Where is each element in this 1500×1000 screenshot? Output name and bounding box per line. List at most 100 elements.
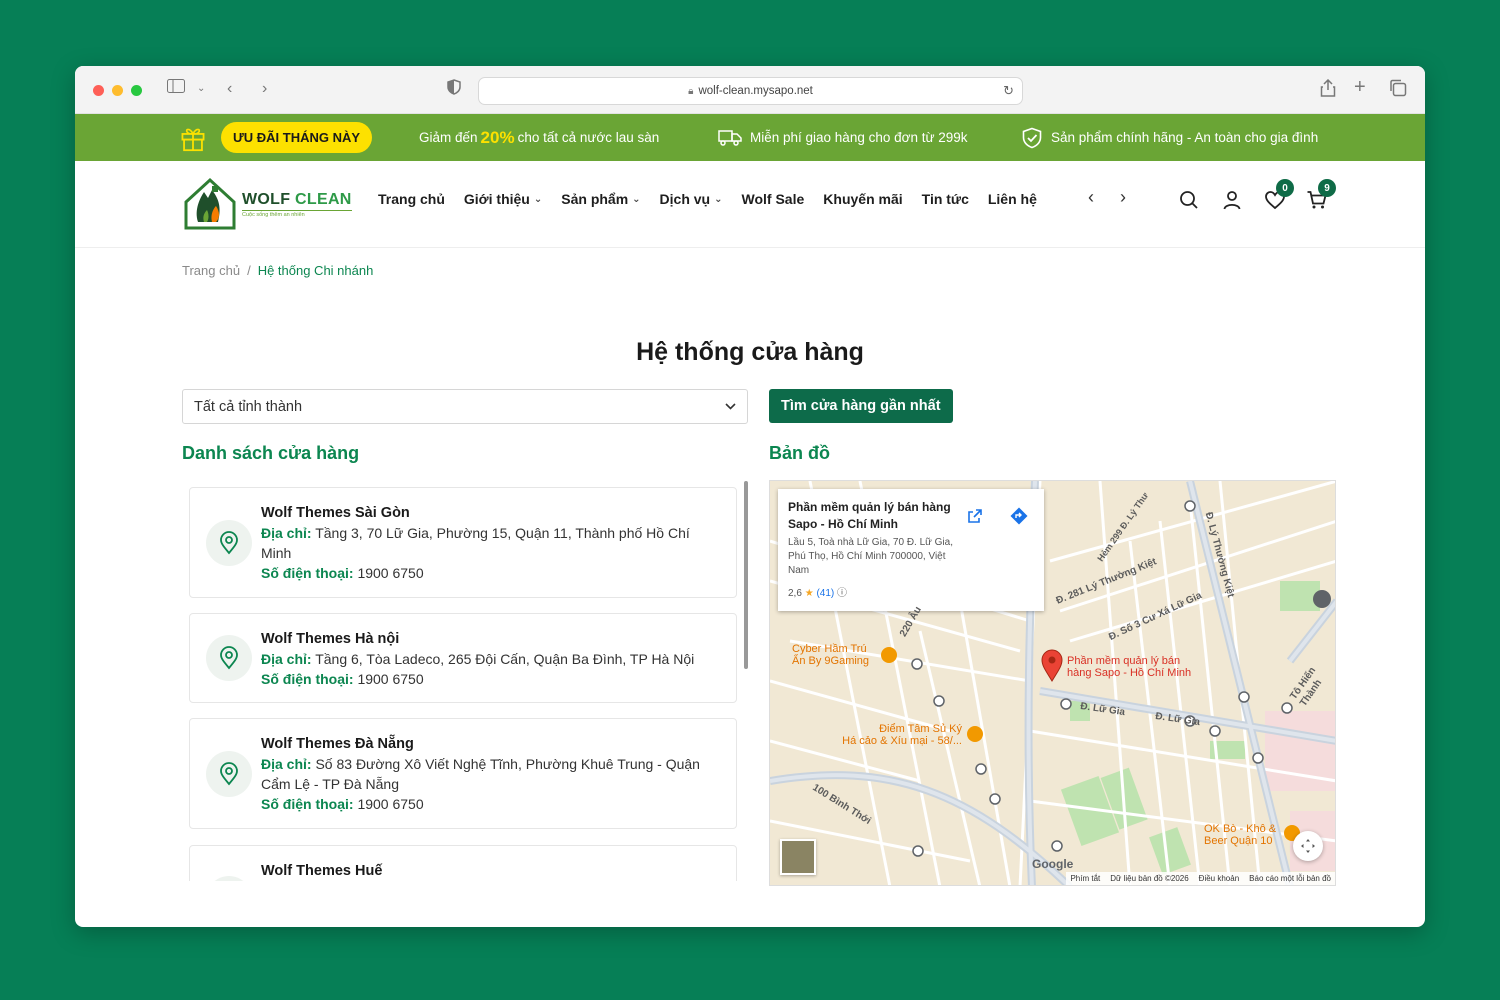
poi-label: Điểm Tâm Sủ Ký Há cảo & Xíu mại - 58/... (842, 723, 962, 747)
logo-tagline: Cuộc sống thêm an nhiên (242, 209, 352, 218)
store-list-title: Danh sách cửa hàng (182, 443, 360, 463)
nav-about[interactable]: Giới thiệu ⌄ (464, 191, 542, 207)
phone-label: Số điện thoại: (261, 565, 354, 581)
nav-wolf-sale[interactable]: Wolf Sale (742, 191, 805, 207)
nav-products[interactable]: Sản phẩm ⌄ (561, 191, 640, 207)
back-arrow-icon[interactable]: ‹ (227, 79, 232, 99)
location-pin-icon (206, 876, 252, 881)
nav-promotions[interactable]: Khuyến mãi (823, 191, 902, 207)
nav-contact[interactable]: Liên hệ (988, 191, 1037, 207)
privacy-shield-icon[interactable] (447, 79, 461, 101)
wishlist-icon[interactable]: 0 (1264, 179, 1294, 213)
map-shortcuts-link[interactable]: Phím tắt (1070, 874, 1100, 883)
new-tab-icon[interactable]: + (1354, 77, 1366, 97)
cart-icon[interactable]: 9 (1306, 179, 1336, 213)
address-bar[interactable]: 🔒︎ wolf-clean.mysapo.net ↻ (478, 77, 1023, 105)
review-count-link[interactable]: (41) (816, 588, 834, 599)
store-card[interactable]: Wolf Themes Đà Nẵng Địa chỉ: Số 83 Đường… (189, 718, 737, 829)
store-card[interactable]: Wolf Themes Sài Gòn Địa chỉ: Tầng 3, 70 … (189, 487, 737, 598)
url-text: wolf-clean.mysapo.net (698, 85, 813, 97)
poi-label: Cyber Hầm Trú Ẩn By 9Gaming (792, 643, 870, 667)
location-pin-icon (206, 635, 252, 681)
province-select-value: Tất cả tỉnh thành (194, 398, 303, 415)
truck-icon (718, 129, 742, 146)
promo-bar: ƯU ĐÃI THÁNG NÀY Giảm đến 20% cho tất cả… (75, 114, 1425, 161)
account-icon[interactable] (1221, 189, 1245, 213)
browser-window: ⌄ ‹ › 🔒︎ wolf-clean.mysapo.net ↻ + ƯU ĐÃ… (75, 66, 1425, 927)
genuine-product-text: Sản phẩm chính hãng - An toàn cho gia đì… (1021, 114, 1318, 161)
store-phone: 1900 6750 (357, 671, 424, 687)
store-address: Tầng 6, Tòa Ladeco, 265 Đội Cấn, Quận Ba… (315, 651, 695, 667)
info-icon[interactable]: ⓘ (837, 588, 847, 599)
nav-prev-arrow-icon[interactable]: ‹ (1088, 187, 1094, 208)
province-select[interactable]: Tất cả tỉnh thành (182, 389, 748, 424)
store-list-scrollbar[interactable] (744, 481, 748, 669)
fullscreen-icon[interactable] (1293, 831, 1323, 861)
main-nav: Trang chủ Giới thiệu ⌄ Sản phẩm ⌄ Dịch vụ ⌄… (378, 191, 1056, 207)
map-card-title: Phần mềm quản lý bán hàng Sapo - Hồ Chí … (788, 500, 951, 531)
google-logo: Google (1032, 857, 1074, 871)
map-card-rating: 2,6 ★ (41) ⓘ (788, 584, 1034, 599)
store-name: Wolf Themes Hà nội (261, 631, 400, 647)
store-phone: 1900 6750 (357, 796, 424, 812)
address-label: Địa chỉ: (261, 651, 312, 667)
nav-next-arrow-icon[interactable]: › (1120, 187, 1126, 208)
map-terms-link[interactable]: Điều khoản (1199, 874, 1239, 883)
close-window-button[interactable] (93, 85, 104, 96)
wishlist-count-badge: 0 (1276, 179, 1294, 197)
store-name: Wolf Themes Huế (261, 863, 383, 879)
address-label: Địa chỉ: (261, 756, 312, 772)
store-list: Wolf Themes Sài Gòn Địa chỉ: Tầng 3, 70 … (182, 481, 749, 881)
map-report-link[interactable]: Báo cáo một lỗi bản đồ (1249, 874, 1331, 883)
breadcrumb-home-link[interactable]: Trang chủ (182, 263, 240, 278)
lock-icon: 🔒︎ (688, 85, 694, 97)
chevron-down-icon: ⌄ (632, 193, 641, 205)
page-title: Hệ thống cửa hàng (636, 338, 864, 366)
site-logo[interactable]: WOLF CLEAN Cuộc sống thêm an nhiên (182, 175, 352, 233)
address-label: Địa chỉ: (261, 525, 312, 541)
browser-toolbar: ⌄ ‹ › 🔒︎ wolf-clean.mysapo.net ↻ + (75, 66, 1425, 114)
discount-text: Giảm đến 20% cho tất cả nước lau sàn (419, 127, 660, 147)
phone-label: Số điện thoại: (261, 796, 354, 812)
site-header: WOLF CLEAN Cuộc sống thêm an nhiên Trang… (75, 161, 1425, 248)
wolf-logo-icon (184, 177, 236, 230)
store-name: Wolf Themes Sài Gòn (261, 505, 410, 521)
tab-overview-icon[interactable] (1389, 79, 1407, 103)
shield-check-icon (1022, 127, 1042, 148)
discount-value: 20% (480, 127, 515, 147)
breadcrumb: Trang chủ / Hệ thống Chi nhánh (182, 263, 373, 278)
store-address: Số 83 Đường Xô Viết Nghệ Tĩnh, Phường Kh… (261, 756, 700, 792)
nav-news[interactable]: Tin tức (922, 191, 969, 207)
directions-icon[interactable] (1006, 503, 1032, 529)
sidebar-toggle-icon[interactable] (167, 79, 185, 99)
chevron-down-icon (725, 401, 736, 413)
store-card[interactable]: Wolf Themes Huế (189, 845, 737, 881)
map-card-address: Lầu 5, Toà nhà Lữ Gia, 70 Đ. Lữ Gia, Phú… (788, 537, 953, 576)
find-nearest-store-button[interactable]: Tìm cửa hàng gần nhất (769, 389, 953, 423)
zoom-window-button[interactable] (131, 85, 142, 96)
search-icon[interactable] (1178, 189, 1202, 213)
store-map[interactable]: Phần mềm quản lý bán hàng Sapo - Hồ Chí … (769, 480, 1336, 886)
share-icon[interactable] (1320, 78, 1336, 103)
map-info-card[interactable]: Phần mềm quản lý bán hàng Sapo - Hồ Chí … (778, 489, 1044, 611)
minimize-window-button[interactable] (112, 85, 123, 96)
chevron-down-icon: ⌄ (714, 193, 723, 205)
monthly-offer-button[interactable]: ƯU ĐÃI THÁNG NÀY (221, 122, 373, 153)
star-icon: ★ (804, 588, 814, 599)
store-card[interactable]: Wolf Themes Hà nội Địa chỉ: Tầng 6, Tòa … (189, 613, 737, 703)
open-in-maps-icon[interactable] (962, 503, 988, 529)
store-phone: 1900 6750 (357, 565, 424, 581)
phone-label: Số điện thoại: (261, 671, 354, 687)
map-title: Bản đồ (769, 443, 830, 463)
reload-icon[interactable]: ↻ (1003, 83, 1014, 99)
nav-home[interactable]: Trang chủ (378, 191, 445, 207)
forward-arrow-icon[interactable]: › (262, 79, 267, 99)
map-footer: Phím tắt Dữ liệu bản đồ ©2026 Điều khoản… (1066, 872, 1335, 885)
store-address: Tầng 3, 70 Lữ Gia, Phường 15, Quận 11, T… (261, 525, 690, 561)
logo-name-a: WOLF (242, 190, 291, 208)
nav-services[interactable]: Dịch vụ ⌄ (660, 191, 723, 207)
satellite-layer-toggle[interactable] (780, 839, 816, 875)
map-pin-label: Phần mềm quản lý bán hàng Sapo - Hồ Chí M… (1067, 655, 1192, 679)
chevron-down-icon[interactable]: ⌄ (197, 79, 205, 99)
chevron-down-icon: ⌄ (533, 193, 543, 205)
